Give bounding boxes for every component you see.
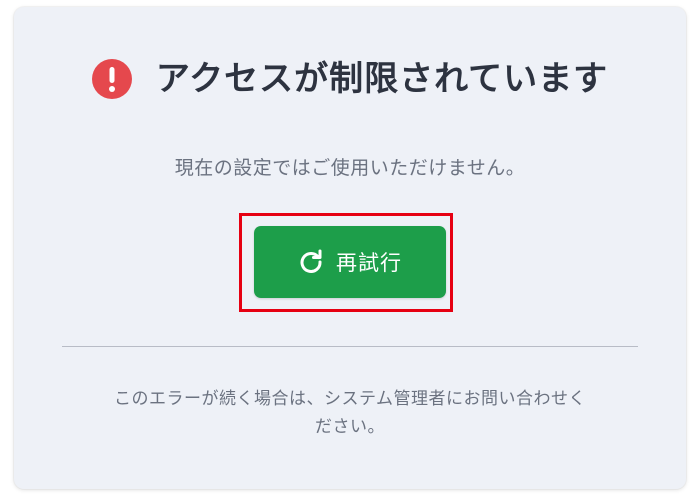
divider	[62, 346, 638, 347]
error-message: 現在の設定ではご使用いただけません。	[174, 157, 526, 179]
refresh-icon	[298, 249, 324, 275]
page-title: アクセスが制限されています	[155, 59, 609, 99]
footer-line-1: このエラーが続く場合は、システム管理者にお問い合わせく	[114, 389, 586, 409]
error-card: アクセスが制限されています 現在の設定ではご使用いただけません。 再試行 このエ…	[14, 7, 686, 489]
retry-button[interactable]: 再試行	[254, 226, 446, 298]
footer-note: このエラーが続く場合は、システム管理者にお問い合わせく ださい。	[54, 385, 646, 441]
alert-icon	[91, 59, 132, 99]
retry-button-label: 再試行	[336, 252, 402, 275]
error-header: アクセスが制限されています	[14, 59, 686, 99]
footer-line-2: ださい。	[315, 417, 385, 437]
